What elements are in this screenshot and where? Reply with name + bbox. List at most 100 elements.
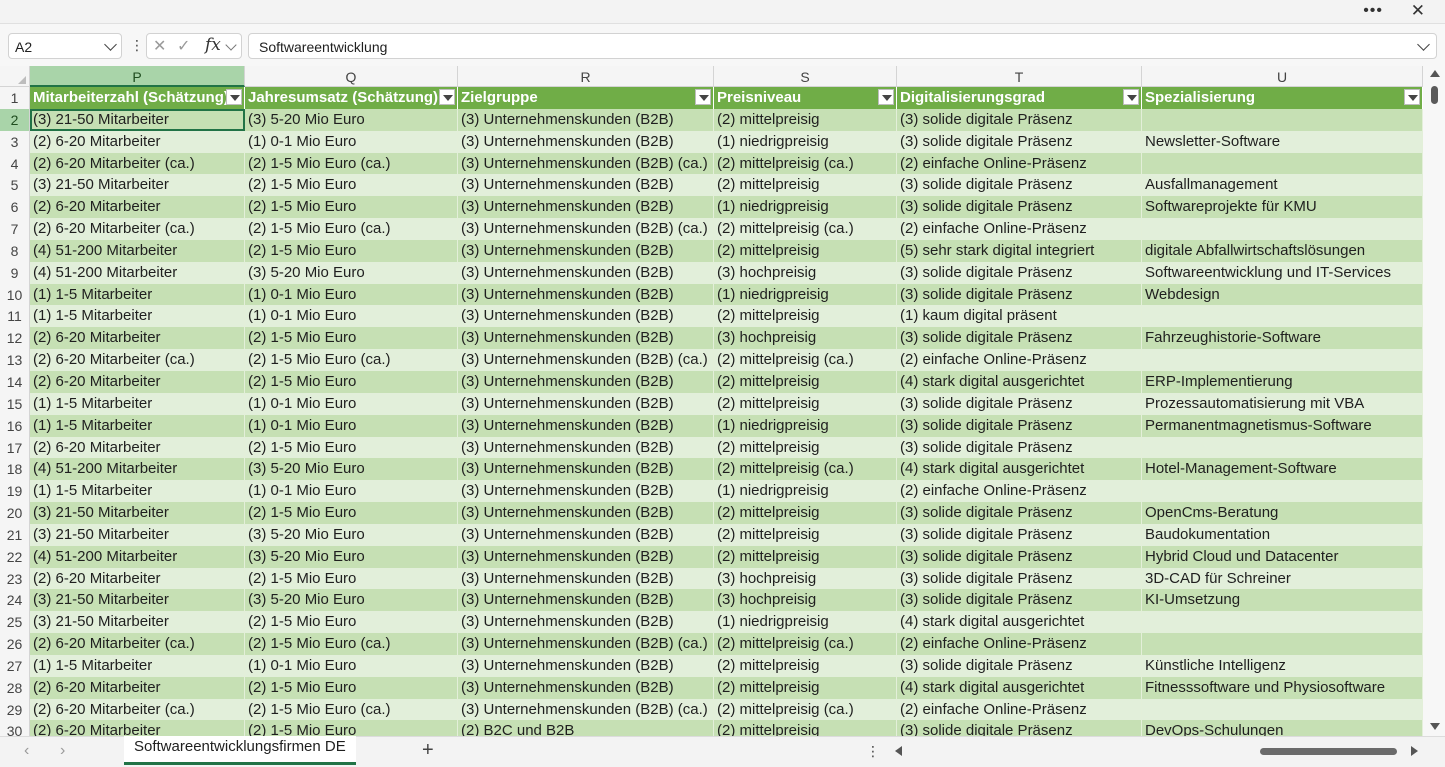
table-cell[interactable]: (1) 1-5 Mitarbeiter — [30, 414, 245, 437]
table-cell[interactable]: (3) Unternehmenskunden (B2B) — [458, 174, 714, 197]
scroll-down-icon[interactable] — [1430, 723, 1440, 730]
table-cell[interactable]: (2) mittelpreisig — [714, 654, 897, 677]
table-cell[interactable]: (3) solide digitale Präsenz — [897, 130, 1142, 153]
table-cell[interactable]: (3) Unternehmenskunden (B2B) — [458, 436, 714, 459]
table-cell[interactable]: (1) 1-5 Mitarbeiter — [30, 305, 245, 328]
filter-dropdown-icon[interactable] — [1123, 89, 1139, 105]
row-number[interactable]: 19 — [0, 480, 30, 503]
table-cell[interactable]: (3) solide digitale Präsenz — [897, 174, 1142, 197]
table-cell[interactable]: (4) stark digital ausgerichtet — [897, 676, 1142, 699]
table-cell[interactable]: (3) solide digitale Präsenz — [897, 414, 1142, 437]
table-cell[interactable]: (2) mittelpreisig (ca.) — [714, 698, 897, 721]
table-cell[interactable]: (3) Unternehmenskunden (B2B) — [458, 261, 714, 284]
table-cell[interactable]: (3) Unternehmenskunden (B2B) — [458, 305, 714, 328]
table-cell[interactable]: (3) solide digitale Präsenz — [897, 283, 1142, 306]
column-header-s[interactable]: S — [714, 66, 897, 87]
row-number[interactable]: 18 — [0, 458, 30, 481]
scroll-left-icon[interactable] — [895, 746, 902, 756]
header-cell[interactable]: Digitalisierungsgrad — [897, 87, 1142, 109]
table-cell[interactable]: (2) mittelpreisig — [714, 108, 897, 131]
row-number[interactable]: 29 — [0, 698, 30, 721]
table-cell[interactable]: (3) Unternehmenskunden (B2B) — [458, 676, 714, 699]
table-cell[interactable]: (3) 5-20 Mio Euro — [245, 261, 458, 284]
column-header-q[interactable]: Q — [245, 66, 458, 87]
table-cell[interactable]: (3) Unternehmenskunden (B2B) — [458, 458, 714, 481]
table-cell[interactable]: (2) 1-5 Mio Euro — [245, 720, 458, 736]
table-cell[interactable]: Newsletter-Software — [1142, 130, 1423, 153]
table-cell[interactable]: (2) einfache Online-Präsenz — [897, 152, 1142, 175]
table-cell[interactable]: (2) mittelpreisig — [714, 720, 897, 736]
table-cell[interactable]: (3) hochpreisig — [714, 567, 897, 590]
table-cell[interactable]: (2) einfache Online-Präsenz — [897, 349, 1142, 371]
table-cell[interactable]: OpenCms-Beratung — [1142, 502, 1423, 524]
table-cell[interactable]: (3) solide digitale Präsenz — [897, 327, 1142, 350]
row-number[interactable]: 21 — [0, 523, 30, 546]
scroll-right-icon[interactable] — [1411, 746, 1418, 756]
table-cell[interactable]: (3) 21-50 Mitarbeiter — [30, 502, 245, 524]
row-number[interactable]: 14 — [0, 370, 30, 393]
table-cell[interactable]: (3) solide digitale Präsenz — [897, 108, 1142, 131]
row-number[interactable]: 28 — [0, 676, 30, 699]
table-cell[interactable]: (2) mittelpreisig (ca.) — [714, 458, 897, 481]
table-cell[interactable]: (3) hochpreisig — [714, 327, 897, 350]
table-cell[interactable]: (3) Unternehmenskunden (B2B) — [458, 327, 714, 350]
header-cell[interactable]: Zielgruppe — [458, 87, 714, 109]
table-cell[interactable]: (3) 21-50 Mitarbeiter — [30, 108, 245, 131]
table-cell[interactable]: (1) 0-1 Mio Euro — [245, 305, 458, 328]
sheet-tab-active[interactable]: Softwareentwicklungsfirmen DE — [124, 736, 356, 765]
table-cell[interactable]: (2) 6-20 Mitarbeiter (ca.) — [30, 152, 245, 175]
cancel-icon[interactable]: ✕ — [153, 36, 166, 56]
table-cell[interactable]: (2) mittelpreisig (ca.) — [714, 633, 897, 655]
table-cell[interactable]: (2) 1-5 Mio Euro (ca.) — [245, 698, 458, 721]
table-cell[interactable]: (2) mittelpreisig (ca.) — [714, 152, 897, 175]
table-cell[interactable]: (4) stark digital ausgerichtet — [897, 611, 1142, 634]
table-cell[interactable]: (2) 1-5 Mio Euro — [245, 239, 458, 262]
table-cell[interactable]: (1) niedrigpreisig — [714, 196, 897, 219]
table-cell[interactable]: (2) 1-5 Mio Euro — [245, 502, 458, 524]
chevron-down-icon[interactable] — [225, 39, 237, 51]
table-cell[interactable]: (1) 0-1 Mio Euro — [245, 392, 458, 415]
table-cell[interactable]: (3) Unternehmenskunden (B2B) (ca.) — [458, 218, 714, 240]
table-cell[interactable]: KI-Umsetzung — [1142, 589, 1423, 612]
name-box[interactable]: A2 — [8, 33, 122, 59]
table-cell[interactable]: (1) 1-5 Mitarbeiter — [30, 480, 245, 503]
row-number[interactable]: 9 — [0, 261, 30, 284]
table-cell[interactable]: (2) 1-5 Mio Euro — [245, 327, 458, 350]
next-sheet-icon[interactable]: › — [60, 742, 65, 760]
table-cell[interactable]: Ausfallmanagement — [1142, 174, 1423, 197]
table-cell[interactable]: (3) 21-50 Mitarbeiter — [30, 611, 245, 634]
table-cell[interactable]: (1) 1-5 Mitarbeiter — [30, 392, 245, 415]
table-cell[interactable]: (2) mittelpreisig — [714, 676, 897, 699]
table-cell[interactable]: (2) 6-20 Mitarbeiter (ca.) — [30, 698, 245, 721]
expand-formula-icon[interactable] — [1417, 38, 1430, 51]
table-cell[interactable]: (2) mittelpreisig — [714, 305, 897, 328]
table-cell[interactable]: (3) solide digitale Präsenz — [897, 261, 1142, 284]
table-cell[interactable]: DevOps-Schulungen — [1142, 720, 1423, 736]
table-cell[interactable]: (2) 6-20 Mitarbeiter — [30, 196, 245, 219]
table-cell[interactable]: (1) 1-5 Mitarbeiter — [30, 654, 245, 677]
table-cell[interactable]: (4) 51-200 Mitarbeiter — [30, 261, 245, 284]
table-cell[interactable]: (2) 6-20 Mitarbeiter — [30, 327, 245, 350]
table-cell[interactable]: (3) Unternehmenskunden (B2B) — [458, 283, 714, 306]
prev-sheet-icon[interactable]: ‹ — [24, 742, 29, 760]
table-cell[interactable]: (2) mittelpreisig — [714, 436, 897, 459]
table-cell[interactable]: (3) solide digitale Präsenz — [897, 720, 1142, 736]
table-cell[interactable]: (1) kaum digital präsent — [897, 305, 1142, 328]
add-sheet-icon[interactable]: + — [422, 739, 434, 762]
table-cell[interactable]: (2) 1-5 Mio Euro — [245, 676, 458, 699]
table-cell[interactable]: (2) 1-5 Mio Euro — [245, 567, 458, 590]
table-cell[interactable] — [1142, 108, 1423, 131]
table-cell[interactable]: (3) Unternehmenskunden (B2B) — [458, 196, 714, 219]
table-cell[interactable]: Fahrzeughistorie-Software — [1142, 327, 1423, 350]
table-cell[interactable]: (4) 51-200 Mitarbeiter — [30, 545, 245, 568]
table-cell[interactable]: (3) solide digitale Präsenz — [897, 589, 1142, 612]
row-number[interactable]: 16 — [0, 414, 30, 437]
table-cell[interactable]: (3) solide digitale Präsenz — [897, 654, 1142, 677]
table-cell[interactable]: (3) 5-20 Mio Euro — [245, 545, 458, 568]
table-cell[interactable]: (3) hochpreisig — [714, 261, 897, 284]
table-cell[interactable]: Hybrid Cloud und Datacenter — [1142, 545, 1423, 568]
table-cell[interactable]: (3) 5-20 Mio Euro — [245, 523, 458, 546]
table-cell[interactable]: Softwareentwicklung und IT-Services — [1142, 261, 1423, 284]
table-cell[interactable] — [1142, 305, 1423, 328]
row-number[interactable]: 26 — [0, 633, 30, 655]
